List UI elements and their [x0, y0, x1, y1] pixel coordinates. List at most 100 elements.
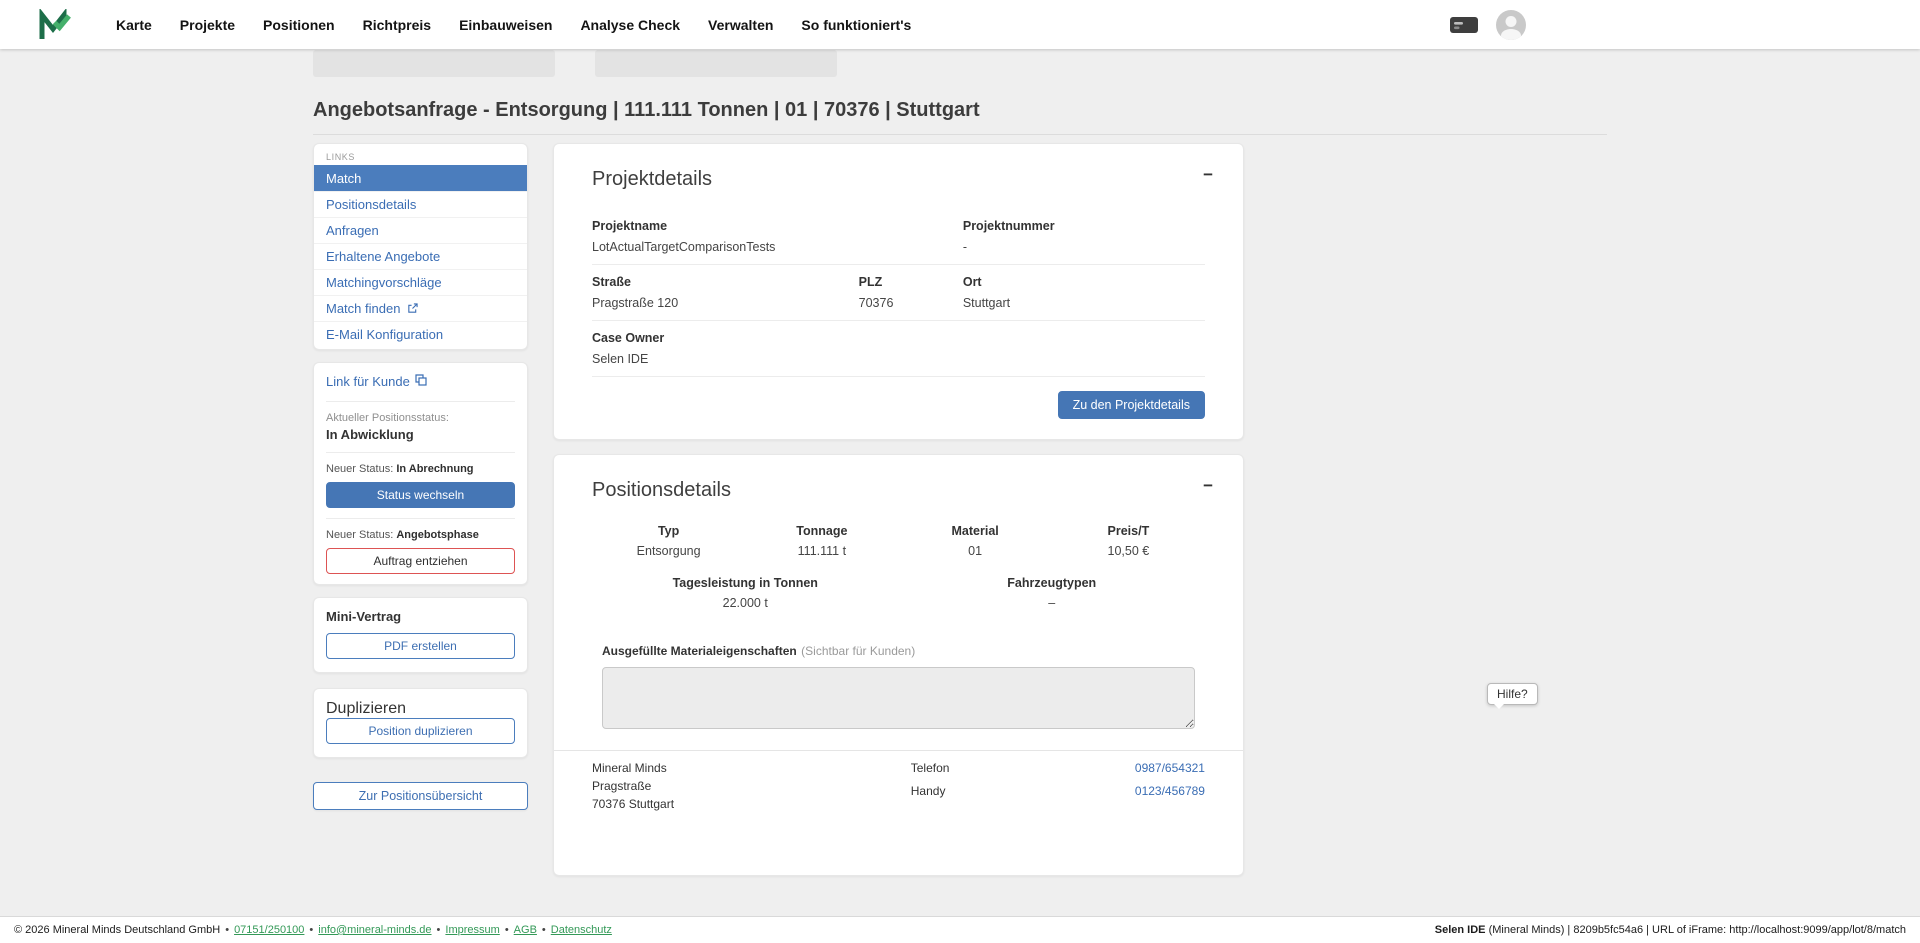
- phone-link[interactable]: 0987/654321: [1135, 761, 1205, 775]
- position-overview-button[interactable]: Zur Positionsübersicht: [313, 782, 528, 810]
- footer-imprint-link[interactable]: Impressum: [445, 924, 499, 936]
- skeleton-block: [313, 50, 555, 77]
- collapse-minus-icon[interactable]: −: [1203, 477, 1213, 494]
- sidebar-item-email-konfiguration[interactable]: E-Mail Konfiguration: [314, 321, 527, 347]
- phone-label: Telefon: [911, 761, 950, 775]
- duplicate-position-button[interactable]: Position duplizieren: [326, 718, 515, 744]
- project-name-value: LotActualTargetComparisonTests: [592, 240, 963, 254]
- material-properties-hint: (Sichtbar für Kunden): [801, 644, 915, 658]
- material-field: Material 01: [899, 524, 1052, 558]
- main-menu: Karte Projekte Positionen Richtpreis Ein…: [116, 17, 911, 33]
- case-owner-value: Selen IDE: [592, 352, 1205, 366]
- material-properties-textarea[interactable]: [602, 667, 1195, 729]
- status-card: Link für Kunde Aktueller Positionsstatus…: [313, 362, 528, 585]
- sidebar-item-matchingvorschlaege[interactable]: Matchingvorschläge: [314, 269, 527, 295]
- contact-company: Mineral Minds: [592, 761, 911, 775]
- sidebar-item-positionsdetails[interactable]: Positionsdetails: [314, 191, 527, 217]
- sidebar-item-erhaltene-angebote[interactable]: Erhaltene Angebote: [314, 243, 527, 269]
- position-summary-row-2: Tagesleistung in Tonnen 22.000 t Fahrzeu…: [592, 576, 1205, 610]
- plz-field: PLZ 70376: [859, 275, 963, 310]
- footer-separator: •: [225, 924, 229, 936]
- tonnage-label: Tonnage: [745, 524, 898, 538]
- footer-separator: •: [505, 924, 509, 936]
- next-status-label-2: Neuer Status:: [326, 529, 393, 541]
- footer-user-details: (Mineral Minds) | 8209b5fc54a6 | URL of …: [1486, 924, 1906, 936]
- plz-value: 70376: [859, 296, 963, 310]
- user-avatar-icon[interactable]: [1496, 10, 1526, 40]
- page-title: Angebotsanfrage - Entsorgung | 111.111 T…: [313, 99, 1607, 122]
- material-label: Material: [899, 524, 1052, 538]
- material-properties-label: Ausgefüllte Materialeigenschaften: [602, 644, 797, 658]
- sidebar: LINKS Match Positionsdetails Anfragen Er…: [313, 143, 528, 810]
- loading-placeholder-row: [313, 50, 1607, 77]
- nav-item-so-funktionierts[interactable]: So funktioniert's: [801, 17, 911, 33]
- next-status-line: Neuer Status: In Abrechnung: [326, 463, 515, 475]
- customer-link[interactable]: Link für Kunde: [326, 374, 427, 389]
- help-button[interactable]: Hilfe?: [1487, 683, 1538, 705]
- position-details-card: Positionsdetails − Typ Entsorgung Tonnag…: [553, 454, 1244, 876]
- footer-privacy-link[interactable]: Datenschutz: [551, 924, 612, 936]
- daily-output-field: Tagesleistung in Tonnen 22.000 t: [592, 576, 899, 610]
- mineral-minds-logo[interactable]: [38, 9, 72, 41]
- price-field: Preis/T 10,50 €: [1052, 524, 1205, 558]
- customer-link-label: Link für Kunde: [326, 374, 410, 389]
- main-content: Projektdetails − Projektname LotActualTa…: [553, 143, 1244, 876]
- street-value: Pragstraße 120: [592, 296, 859, 310]
- footer-phone-link[interactable]: 07151/250100: [234, 924, 304, 936]
- server-icon[interactable]: [1450, 15, 1478, 35]
- street-label: Straße: [592, 275, 859, 289]
- tonnage-field: Tonnage 111.111 t: [745, 524, 898, 558]
- footer-agb-link[interactable]: AGB: [514, 924, 537, 936]
- mini-contract-card: Mini-Vertrag PDF erstellen: [313, 597, 528, 673]
- current-status-value: In Abwicklung: [326, 427, 515, 442]
- sidebar-item-match[interactable]: Match: [314, 165, 527, 191]
- vehicle-types-label: Fahrzeugtypen: [899, 576, 1206, 590]
- duplicate-card: Duplizieren Position duplizieren: [313, 688, 528, 758]
- title-divider: [313, 134, 1607, 135]
- footer-email-link[interactable]: info@mineral-minds.de: [318, 924, 431, 936]
- sidebar-item-match-finden[interactable]: Match finden: [314, 295, 527, 321]
- next-status-value: In Abrechnung: [396, 463, 473, 475]
- sidebar-item-anfragen[interactable]: Anfragen: [314, 217, 527, 243]
- nav-item-projekte[interactable]: Projekte: [180, 17, 235, 33]
- vehicle-types-value: –: [899, 596, 1206, 610]
- nav-item-einbauweisen[interactable]: Einbauweisen: [459, 17, 552, 33]
- contact-street: Pragstraße: [592, 779, 911, 793]
- mini-contract-title: Mini-Vertrag: [326, 609, 515, 624]
- current-status-label: Aktueller Positionsstatus:: [326, 412, 515, 424]
- project-name-field: Projektname LotActualTargetComparisonTes…: [592, 219, 963, 254]
- nav-item-karte[interactable]: Karte: [116, 17, 152, 33]
- change-status-button[interactable]: Status wechseln: [326, 482, 515, 508]
- project-name-label: Projektname: [592, 219, 963, 233]
- next-status-value-2: Angebotsphase: [396, 529, 479, 541]
- footer-separator: •: [437, 924, 441, 936]
- type-label: Typ: [592, 524, 745, 538]
- city-label: Ort: [963, 275, 1205, 289]
- sidebar-links-card: LINKS Match Positionsdetails Anfragen Er…: [313, 143, 528, 350]
- project-number-label: Projektnummer: [963, 219, 1205, 233]
- tonnage-value: 111.111 t: [745, 544, 898, 558]
- page-container: Angebotsanfrage - Entsorgung | 111.111 T…: [313, 49, 1607, 876]
- nav-item-richtpreis[interactable]: Richtpreis: [363, 17, 431, 33]
- material-value: 01: [899, 544, 1052, 558]
- nav-item-verwalten[interactable]: Verwalten: [708, 17, 773, 33]
- position-details-title: Positionsdetails: [592, 479, 1205, 502]
- mobile-link[interactable]: 0123/456789: [1135, 784, 1205, 798]
- top-navbar: Karte Projekte Positionen Richtpreis Ein…: [0, 0, 1920, 49]
- navbar-right: [1450, 0, 1526, 49]
- nav-item-positionen[interactable]: Positionen: [263, 17, 335, 33]
- street-field: Straße Pragstraße 120: [592, 275, 859, 310]
- project-details-card: Projektdetails − Projektname LotActualTa…: [553, 143, 1244, 440]
- footer-user-info: Selen IDE (Mineral Minds) | 8209b5fc54a6…: [1435, 924, 1906, 936]
- type-field: Typ Entsorgung: [592, 524, 745, 558]
- contact-city: 70376 Stuttgart: [592, 797, 911, 811]
- to-project-details-button[interactable]: Zu den Projektdetails: [1058, 391, 1205, 419]
- collapse-minus-icon[interactable]: −: [1203, 166, 1213, 183]
- create-pdf-button[interactable]: PDF erstellen: [326, 633, 515, 659]
- case-owner-field: Case Owner Selen IDE: [592, 331, 1205, 366]
- city-field: Ort Stuttgart: [963, 275, 1205, 310]
- footer-copyright: © 2026 Mineral Minds Deutschland GmbH: [14, 924, 220, 936]
- contact-block: Mineral Minds Pragstraße 70376 Stuttgart…: [592, 751, 1205, 815]
- withdraw-order-button[interactable]: Auftrag entziehen: [326, 548, 515, 574]
- nav-item-analyse-check[interactable]: Analyse Check: [580, 17, 680, 33]
